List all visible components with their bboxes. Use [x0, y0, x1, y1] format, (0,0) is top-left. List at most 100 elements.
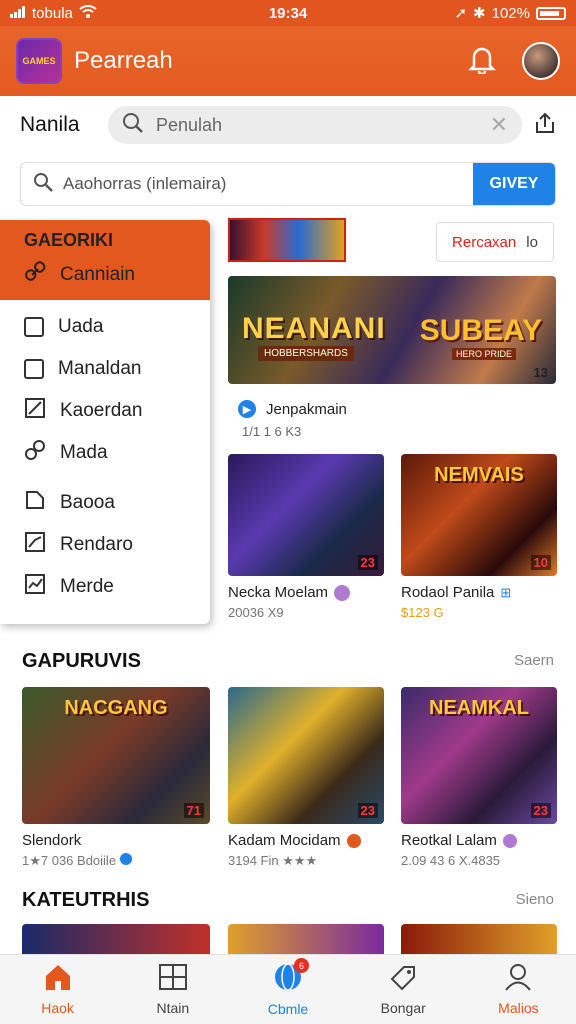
rating-badge: 10 — [530, 555, 551, 570]
sidebar-item[interactable]: Manaldan — [0, 348, 210, 390]
category-sidebar: GAEORIKI Canniain Uada Manaldan Kaoerdan… — [0, 220, 210, 624]
tag-icon — [388, 963, 418, 994]
sidebar-item[interactable]: Baooa — [0, 482, 210, 524]
sidebar-item-label: Uada — [58, 316, 104, 337]
game-title: Slendork — [22, 832, 82, 849]
hero-subtitle-left: HOBBERSHARDS — [258, 346, 354, 361]
game-thumbnail[interactable] — [401, 924, 557, 954]
tab-globe[interactable]: 6 Cbmle — [230, 955, 345, 1024]
section-heading: KATEUTRHIS — [22, 889, 150, 911]
hero-info: ▶ Jenpakmain — [238, 400, 347, 418]
bell-icon[interactable] — [467, 44, 497, 79]
sidebar-item-label: Rendaro — [60, 534, 133, 555]
go-button[interactable]: GIVEY — [473, 163, 555, 205]
query-input[interactable]: Aaohorras (inlemaira) — [21, 172, 473, 197]
game-thumbnail[interactable]: 23 — [228, 687, 384, 824]
chart-icon — [24, 573, 46, 601]
app-header: GAMES Pearreah — [0, 26, 576, 96]
filter-button-label: Rercaxan — [452, 233, 517, 251]
grid-icon — [158, 963, 188, 994]
slash-square-icon — [24, 397, 46, 425]
avatar[interactable] — [522, 42, 560, 80]
sidebar-item[interactable]: Mada — [0, 432, 210, 474]
game-card[interactable]: NACGANG 71 Slendork 1★7 036 Bdoiile — [22, 687, 210, 869]
game-meta: 2.09 43 6 X.4835 — [401, 853, 501, 868]
tab-label: Bongar — [380, 1000, 426, 1016]
game-thumbnail[interactable]: 23 — [228, 454, 384, 576]
link-icon — [24, 261, 46, 289]
game-thumbnail[interactable] — [22, 924, 210, 954]
search-row-label: Nanila — [20, 113, 80, 136]
game-title: Kadam Mocidam — [228, 832, 341, 849]
game-title: Rodaol Panila — [401, 584, 495, 601]
query-bar: Aaohorras (inlemaira) GIVEY — [20, 162, 556, 206]
share-icon[interactable] — [534, 112, 556, 139]
sidebar-item-active[interactable]: Canniain — [24, 255, 186, 295]
globe-icon: 6 — [273, 958, 309, 995]
game-card[interactable]: NEMVAIS 10 Rodaol Panila ⊞ $123 G — [401, 454, 557, 620]
sidebar-header: GAEORIKI Canniain — [0, 220, 210, 300]
plus-icon — [502, 833, 517, 848]
hero-subtitle-right: HERO PRIDE — [451, 348, 516, 360]
game-card[interactable]: 23 Necka Moelam 20036 X9 — [228, 454, 384, 620]
signal-icon — [10, 5, 26, 22]
sidebar-item[interactable]: Kaoerdan — [0, 390, 210, 432]
game-card[interactable]: NEAMKAL 23 Reotkal Lalam 2.09 43 6 X.483… — [401, 687, 557, 868]
game-meta-text: 1★7 036 Bdoiile — [22, 853, 117, 868]
search-row: Nanila Penulah ✕ — [0, 96, 576, 154]
app-logo[interactable]: GAMES — [16, 38, 62, 84]
tab-label: Haok — [41, 1000, 74, 1016]
hero-badge: 13 — [533, 365, 548, 380]
clear-icon[interactable]: ✕ — [490, 112, 508, 138]
play-icon: ▶ — [238, 400, 256, 418]
search-icon — [33, 172, 53, 197]
game-thumbnail[interactable]: NACGANG 71 — [22, 687, 210, 824]
query-placeholder: Aaohorras (inlemaira) — [63, 174, 227, 193]
sidebar-item[interactable]: Merde — [0, 566, 210, 608]
sidebar-item-label: Canniain — [60, 264, 135, 285]
bottom-tab-bar: Haok Ntain 6 Cbmle Bongar Malios — [0, 954, 576, 1024]
game-card[interactable]: 23 Kadam Mocidam 3194 Fin ★★★ — [228, 687, 384, 869]
game-title: Reotkal Lalam — [401, 832, 497, 849]
game-title: Necka Moelam — [228, 584, 329, 601]
sidebar-item[interactable]: Uada — [0, 306, 210, 348]
see-more-link[interactable]: Sieno — [516, 891, 554, 908]
hero-title-left: NEANANI — [242, 312, 386, 345]
sidebar-item-label: Kaoerdan — [60, 400, 143, 421]
game-art-title: NEMVAIS — [434, 464, 524, 486]
sidebar-item[interactable]: Rendaro — [0, 524, 210, 566]
game-meta: 1★7 036 Bdoiile — [22, 853, 210, 869]
game-meta: $123 G — [401, 605, 444, 620]
search-placeholder: Penulah — [156, 114, 223, 135]
tab-home[interactable]: Haok — [0, 955, 115, 1024]
wifi-icon — [79, 4, 97, 22]
game-art-title: NEAMKAL — [429, 697, 529, 719]
tab-label: Malios — [498, 1000, 539, 1016]
tab-tag[interactable]: Bongar — [346, 955, 461, 1024]
verified-icon — [119, 853, 132, 865]
hero-title-right: SUBEAY — [419, 314, 542, 347]
game-meta: 3194 Fin ★★★ — [228, 853, 318, 868]
genre-icon — [334, 584, 351, 601]
search-input[interactable]: Penulah ✕ — [108, 106, 522, 144]
battery-icon — [536, 6, 566, 20]
user-icon — [503, 963, 533, 994]
rating-badge: 23 — [530, 803, 551, 818]
tab-profile[interactable]: Malios — [461, 955, 576, 1024]
tab-grid[interactable]: Ntain — [115, 955, 230, 1024]
rating-badge: 23 — [357, 803, 378, 818]
doc-icon — [24, 489, 46, 517]
sidebar-item-label: Baooa — [60, 492, 115, 513]
game-thumbnail[interactable] — [228, 924, 384, 954]
filter-button[interactable]: Rercaxan lo — [436, 222, 554, 262]
hero-banner[interactable]: NEANANI SUBEAY HOBBERSHARDS HERO PRIDE 1… — [228, 276, 556, 384]
section-heading: GAPURUVIS — [22, 650, 141, 672]
promo-banner[interactable] — [228, 218, 346, 262]
hero-name[interactable]: Jenpakmain — [266, 401, 347, 418]
rating-badge: 23 — [357, 555, 378, 570]
see-more-link[interactable]: Saern — [514, 652, 554, 669]
battery-percent: 102% — [491, 4, 530, 22]
game-thumbnail[interactable]: NEMVAIS 10 — [401, 454, 557, 576]
game-thumbnail[interactable]: NEAMKAL 23 — [401, 687, 557, 824]
genre-icon — [346, 833, 361, 848]
